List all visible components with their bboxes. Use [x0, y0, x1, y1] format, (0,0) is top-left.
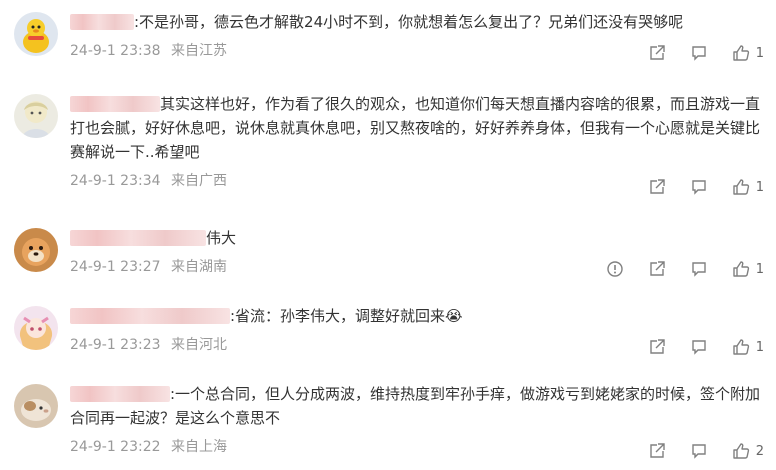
share-icon: [650, 45, 665, 60]
reply-button[interactable]: [690, 442, 708, 460]
masked-username[interactable]: [70, 14, 134, 30]
share-icon: [650, 443, 665, 458]
comment-location: 来自上海: [170, 439, 227, 455]
like-button[interactable]: 1: [732, 178, 764, 196]
comment-date: 24-9-1 23:23: [70, 337, 161, 353]
share-button[interactable]: [648, 442, 666, 460]
avatar[interactable]: [14, 94, 58, 138]
comment-text-line: 伟大: [70, 226, 764, 250]
reply-button[interactable]: [690, 44, 708, 62]
masked-username[interactable]: [70, 96, 160, 112]
reply-button[interactable]: [690, 178, 708, 196]
like-button[interactable]: 1: [732, 44, 764, 62]
comment-actions: 1: [624, 336, 764, 358]
report-icon: [607, 261, 623, 277]
avatar[interactable]: [14, 12, 58, 56]
comment-icon: [692, 180, 706, 195]
share-button[interactable]: [648, 178, 666, 196]
like-count: 1: [755, 261, 764, 277]
like-count: 1: [755, 339, 764, 355]
reply-button[interactable]: [690, 260, 708, 278]
like-button[interactable]: 1: [732, 338, 764, 356]
reply-button[interactable]: [690, 338, 708, 356]
comment-date: 24-9-1 23:38: [70, 43, 161, 59]
comment-icon: [692, 262, 706, 277]
comment-text: :不是孙哥，德云色才解散24小时不到，你就想着怎么复出了？兄弟们还没有哭够呢: [134, 13, 684, 31]
comment-actions: 1: [624, 176, 764, 198]
thumbs-up-icon: [733, 443, 749, 459]
avatar[interactable]: [14, 228, 58, 272]
comment-text-line: :不是孙哥，德云色才解散24小时不到，你就想着怎么复出了？兄弟们还没有哭够呢: [70, 10, 764, 34]
comment-text-line: :一个总合同，但人分成两波，维持热度到牢孙手痒，做游戏亏到姥姥家的时候，签个附加…: [70, 382, 764, 430]
like-count: 1: [755, 179, 764, 195]
comment-actions: 1: [582, 258, 764, 280]
comment-date: 24-9-1 23:34: [70, 173, 161, 189]
thumbs-up-icon: [733, 179, 749, 195]
avatar[interactable]: [14, 306, 58, 350]
share-button[interactable]: [648, 260, 666, 278]
like-count: 1: [755, 45, 764, 61]
comment-text: 其实这样也好，作为看了很久的观众，也知道你们每天想直播内容啥的很累，而且游戏一直…: [70, 95, 761, 161]
comment-location: 来自湖南: [170, 259, 227, 275]
comment-actions: 2: [624, 440, 764, 462]
share-button[interactable]: [648, 338, 666, 356]
comment-date: 24-9-1 23:22: [70, 439, 161, 455]
share-button[interactable]: [648, 44, 666, 62]
report-button[interactable]: [606, 260, 624, 278]
comment-date: 24-9-1 23:27: [70, 259, 161, 275]
thumbs-up-icon: [733, 339, 749, 355]
comment-text-line: :省流：孙李伟大，调整好就回来😭: [70, 304, 764, 328]
comment-location: 来自广西: [170, 173, 227, 189]
share-icon: [650, 339, 665, 354]
like-button[interactable]: 2: [732, 442, 764, 460]
comment-icon: [692, 46, 706, 61]
share-icon: [650, 179, 665, 194]
avatar[interactable]: [14, 384, 58, 428]
comment-text: 伟大: [206, 229, 237, 247]
comment-actions: 1: [624, 42, 764, 64]
comment-icon: [692, 444, 706, 459]
masked-username[interactable]: [70, 386, 170, 402]
comment-location: 来自江苏: [170, 43, 227, 59]
comment-text: :一个总合同，但人分成两波，维持热度到牢孙手痒，做游戏亏到姥姥家的时候，签个附加…: [70, 385, 761, 427]
comment-text: :省流：孙李伟大，调整好就回来😭: [230, 307, 463, 325]
like-button[interactable]: 1: [732, 260, 764, 278]
masked-username[interactable]: [70, 230, 206, 246]
thumbs-up-icon: [733, 45, 749, 61]
comment-location: 来自河北: [170, 337, 227, 353]
comment-icon: [692, 340, 706, 355]
comment-list: :不是孙哥，德云色才解散24小时不到，你就想着怎么复出了？兄弟们还没有哭够呢 2…: [0, 0, 776, 470]
share-icon: [650, 261, 665, 276]
masked-username[interactable]: [70, 308, 230, 324]
like-count: 2: [755, 443, 764, 459]
comment-text-line: 其实这样也好，作为看了很久的观众，也知道你们每天想直播内容啥的很累，而且游戏一直…: [70, 92, 764, 164]
thumbs-up-icon: [733, 261, 749, 277]
